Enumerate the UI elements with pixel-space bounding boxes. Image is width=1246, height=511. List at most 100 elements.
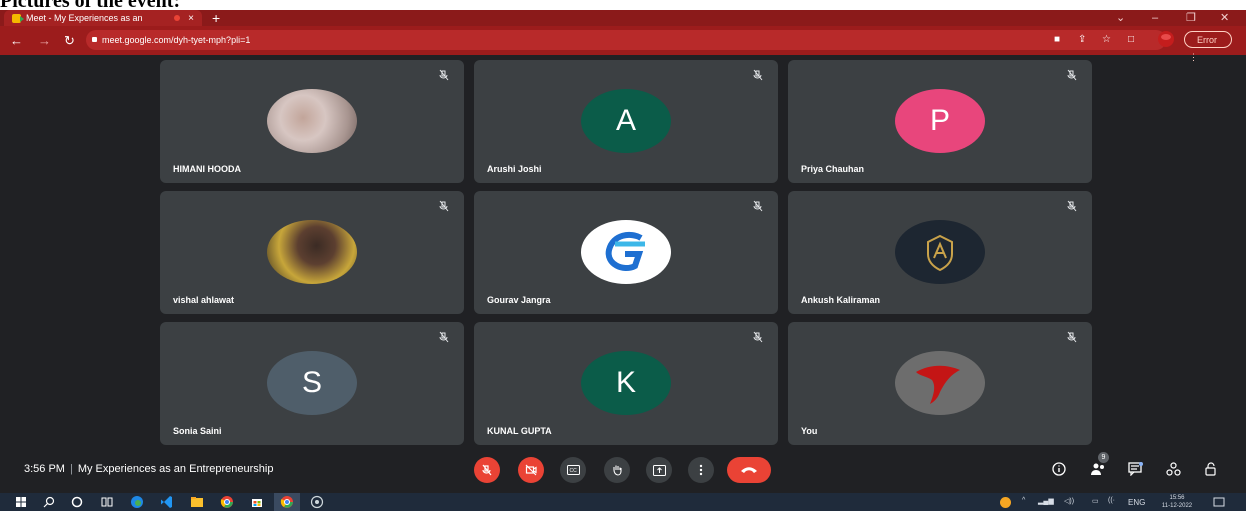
participant-letter-avatar: K [581,351,671,415]
camera-indicator-icon[interactable]: ■ [1054,34,1060,45]
side-panel-icon[interactable]: □ [1128,34,1134,45]
captions-icon: CC [566,465,580,475]
minimize-icon[interactable]: ⌄ [1116,10,1125,26]
svg-text:CC: CC [569,468,577,474]
participant-name: You [801,426,818,436]
tab-close-icon[interactable]: × [188,13,194,24]
search-icon[interactable] [42,495,56,509]
people-icon[interactable] [1090,462,1106,476]
menu-kebab-icon: ⋮ [1189,52,1198,62]
edge-icon[interactable] [130,495,144,509]
activities-icon[interactable] [1166,462,1181,476]
participant-name: Gourav Jangra [487,295,551,305]
participant-tile[interactable]: A Arushi Joshi [474,60,778,183]
new-tab-button[interactable]: + [212,10,220,26]
lock-icon [92,37,97,42]
participant-tile[interactable]: K KUNAL GUPTA [474,322,778,445]
participant-tile[interactable]: Ankush Kaliraman [788,191,1092,314]
mic-off-icon [753,69,763,81]
raise-hand-icon [613,465,622,476]
file-explorer-icon[interactable] [190,495,204,509]
battery-icon[interactable]: ▭ [1092,497,1099,505]
address-bar[interactable]: meet.google.com/dyh-tyet-mph?pli=1 [86,30,1166,50]
participant-tile[interactable]: Gourav Jangra [474,191,778,314]
document-heading: Pictures of the event: [0,0,181,12]
camera-toggle-button[interactable] [518,457,544,483]
weather-icon[interactable] [1000,497,1011,508]
windows-start-icon[interactable] [14,495,28,509]
chrome-active-icon[interactable] [280,495,294,509]
vscode-icon[interactable] [160,495,174,509]
captions-button[interactable]: CC [560,457,586,483]
meeting-separator: | [69,463,73,475]
participant-tile[interactable]: vishal ahlawat [160,191,464,314]
people-count-badge: 9 [1098,452,1109,463]
wifi-icon[interactable]: ((· [1108,497,1115,504]
back-icon[interactable]: ← [10,33,23,48]
participant-photo [267,220,357,284]
share-icon[interactable]: ⇪ [1078,34,1086,45]
clock-time: 15:56 [1169,495,1185,501]
participant-name: vishal ahlawat [173,295,235,305]
end-call-icon [741,467,757,473]
obs-icon[interactable] [310,495,324,509]
crest-logo-icon [927,234,953,272]
present-button[interactable] [646,457,672,483]
close-icon[interactable]: ✕ [1220,10,1229,26]
mic-off-icon [1067,69,1077,81]
store-icon[interactable] [250,495,264,509]
url-text: meet.google.com/dyh-tyet-mph?pli=1 [102,35,251,45]
minimize-window-icon[interactable]: – [1152,10,1158,26]
mic-off-icon [482,464,492,476]
tab-title: Meet - My Experiences as an [26,13,143,23]
participant-tile[interactable]: HIMANI HOODA [160,60,464,183]
browser-tab[interactable]: Meet - My Experiences as an × [4,10,202,26]
chat-icon[interactable] [1128,462,1143,476]
chrome-icon[interactable] [220,495,234,509]
more-options-icon [699,464,703,476]
mic-off-icon [1067,200,1077,212]
meeting-time: 3:56 PM [24,463,65,475]
more-options-button[interactable] [688,457,714,483]
mic-off-icon [753,331,763,343]
participant-letter-avatar: P [895,89,985,153]
cortana-icon[interactable] [70,495,84,509]
participant-tile[interactable]: P Priya Chauhan [788,60,1092,183]
info-icon[interactable] [1052,462,1066,476]
forward-icon[interactable]: → [38,33,51,48]
meet-favicon-icon [12,13,24,23]
notification-icon[interactable] [1212,495,1226,509]
show-hidden-icons-icon[interactable]: ^ [1022,497,1025,504]
taskbar-clock[interactable]: 15:56 11-12-2022 [1160,493,1194,511]
mic-off-icon [439,69,449,81]
red-bird-icon [916,365,960,404]
end-call-button[interactable] [727,457,771,483]
error-button[interactable]: Error ⋮ [1184,31,1232,62]
clock-date: 11-12-2022 [1161,503,1193,509]
ak-crest-avatar [895,220,985,284]
mic-off-icon [753,200,763,212]
network-icon[interactable]: ▂▄▆ [1038,497,1054,505]
recording-dot-icon [174,15,181,21]
bookmark-star-icon[interactable]: ☆ [1102,34,1111,45]
mic-toggle-button[interactable] [474,457,500,483]
participant-name: Arushi Joshi [487,164,542,174]
meeting-title: My Experiences as an Entrepreneurship [77,463,274,475]
g-logo-avatar [581,220,671,284]
volume-icon[interactable]: ◁)) [1064,497,1074,505]
raise-hand-button[interactable] [604,457,630,483]
restore-icon[interactable]: ❐ [1186,10,1196,26]
mic-off-icon [439,200,449,212]
reload-icon[interactable]: ↻ [64,33,75,49]
participant-tile[interactable]: You [788,322,1092,445]
bird-logo-avatar [895,351,985,415]
mic-off-icon [439,331,449,343]
screenshot-frame: Meet - My Experiences as an × + ⌄ – ❐ ✕ … [0,10,1246,511]
task-view-icon[interactable] [100,495,114,509]
participant-tile[interactable]: S Sonia Saini [160,322,464,445]
language-indicator[interactable]: ENG [1128,498,1145,507]
participant-photo [267,89,357,153]
profile-avatar[interactable] [1158,31,1174,47]
host-controls-icon[interactable] [1204,462,1218,476]
camera-off-icon [525,464,537,476]
